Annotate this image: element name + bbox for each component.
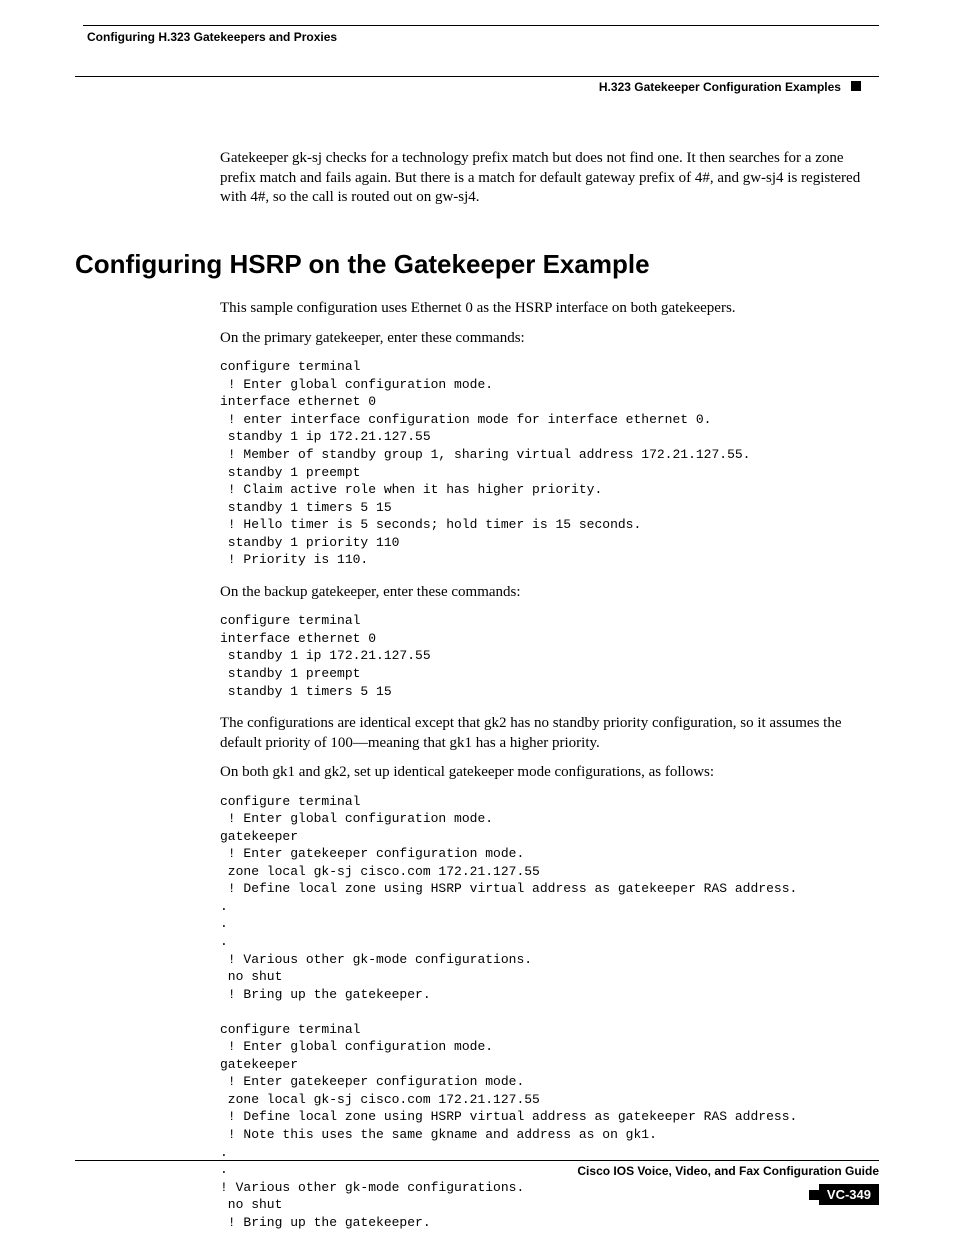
- paragraph-3: On the backup gatekeeper, enter these co…: [220, 583, 879, 603]
- intro-paragraph: Gatekeeper gk-sj checks for a technology…: [220, 149, 879, 208]
- footer-title: Cisco IOS Voice, Video, and Fax Configur…: [75, 1164, 879, 1178]
- paragraph-4: The configurations are identical except …: [220, 714, 879, 753]
- body-content: Gatekeeper gk-sj checks for a technology…: [220, 149, 879, 1231]
- page-number: VC-349: [819, 1184, 879, 1205]
- code-block-1: configure terminal ! Enter global config…: [220, 358, 879, 569]
- header-left: Configuring H.323 Gatekeepers and Proxie…: [75, 30, 337, 44]
- header-right-text: H.323 Gatekeeper Configuration Examples: [599, 80, 841, 94]
- section-heading: Configuring HSRP on the Gatekeeper Examp…: [75, 248, 879, 282]
- sub-header: H.323 Gatekeeper Configuration Examples: [75, 77, 879, 94]
- page-number-box: VC-349: [75, 1184, 879, 1205]
- footer-row: Cisco IOS Voice, Video, and Fax Configur…: [75, 1161, 879, 1178]
- paragraph-1: This sample configuration uses Ethernet …: [220, 299, 879, 319]
- code-block-2: configure terminal interface ethernet 0 …: [220, 612, 879, 700]
- paragraph-5: On both gk1 and gk2, set up identical ga…: [220, 763, 879, 783]
- paragraph-2: On the primary gatekeeper, enter these c…: [220, 329, 879, 349]
- page-marker-icon: [809, 1190, 819, 1200]
- header-marker-icon: [851, 81, 861, 91]
- page: Configuring H.323 Gatekeepers and Proxie…: [0, 0, 954, 1235]
- footer: Cisco IOS Voice, Video, and Fax Configur…: [75, 1160, 879, 1205]
- header-row: Configuring H.323 Gatekeepers and Proxie…: [75, 26, 879, 46]
